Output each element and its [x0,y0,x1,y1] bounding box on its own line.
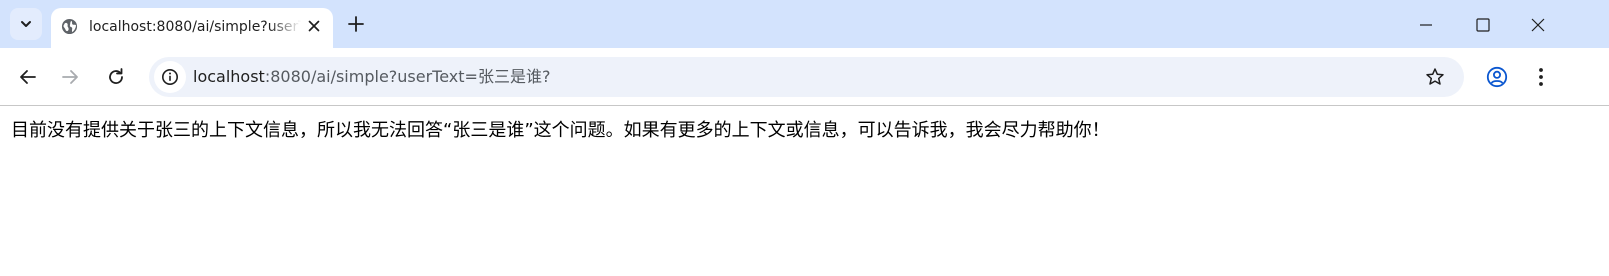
chevron-down-icon [21,21,31,27]
bookmark-star-icon[interactable] [1425,67,1445,87]
url-host: localhost [193,67,265,86]
address-bar[interactable]: localhost:8080/ai/simple?userText=张三是谁? [149,57,1464,97]
close-tab-icon[interactable] [306,18,322,34]
browser-toolbar: localhost:8080/ai/simple?userText=张三是谁? [0,48,1609,106]
kebab-menu-icon[interactable] [1533,66,1549,88]
tab-search-button[interactable] [10,8,42,40]
site-info-button[interactable] [154,61,186,93]
maximize-icon[interactable] [1475,17,1491,33]
forward-arrow-icon[interactable] [59,66,81,88]
window-close-icon[interactable] [1530,17,1546,33]
active-tab[interactable]: localhost:8080/ai/simple?userText=张三是谁? [51,8,333,48]
tab-title: localhost:8080/ai/simple?userText=张三是谁? [89,19,301,35]
url-text[interactable]: localhost:8080/ai/simple?userText=张三是谁? [193,66,550,88]
page-response-text: 目前没有提供关于张三的上下文信息，所以我无法回答“张三是谁”这个问题。如果有更多… [11,120,1110,141]
info-icon [162,69,178,85]
tab-strip: localhost:8080/ai/simple?userText=张三是谁? [0,0,1609,48]
url-path: :8080/ai/simple?userText=张三是谁? [264,67,551,86]
globe-icon [61,18,78,35]
reload-icon[interactable] [105,66,127,88]
new-tab-plus-icon[interactable] [346,14,366,34]
back-arrow-icon[interactable] [17,66,39,88]
minimize-icon[interactable] [1418,17,1434,33]
profile-avatar-icon[interactable] [1486,66,1508,88]
